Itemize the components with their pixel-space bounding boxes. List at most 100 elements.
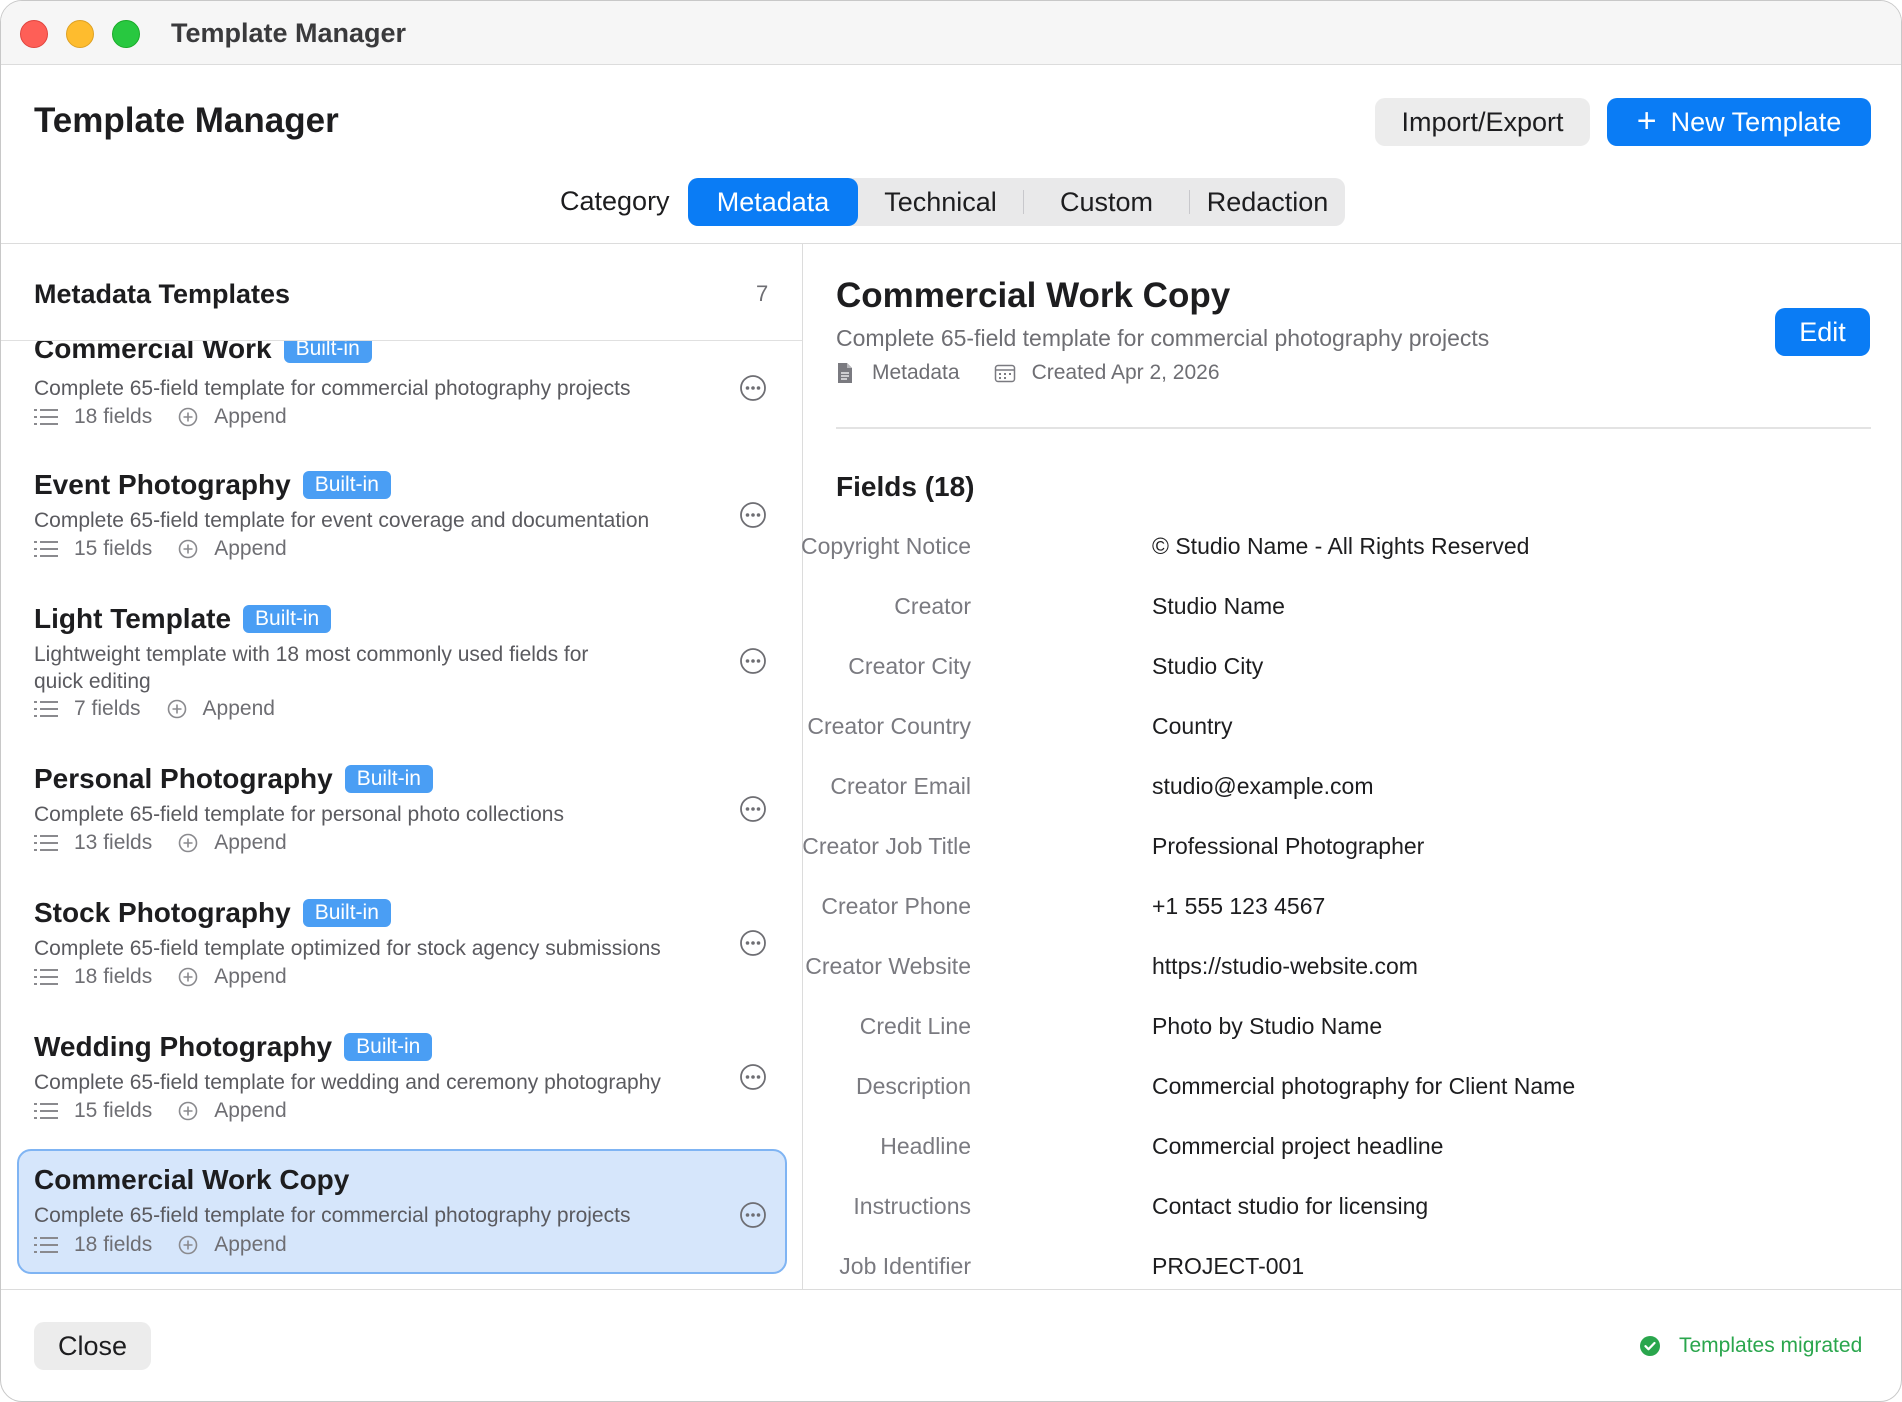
- template-name: Stock Photography Built-in: [34, 897, 391, 929]
- template-name: Wedding Photography Built-in: [34, 1031, 433, 1063]
- template-item-stock-photography[interactable]: Stock Photography Built-in Complete 65-fi…: [17, 889, 787, 999]
- list-count: 7: [756, 281, 769, 306]
- plus-circle-icon: [178, 539, 198, 559]
- template-item-personal-photography[interactable]: Personal Photography Built-in Complete 65…: [17, 755, 787, 865]
- checkmark-circle-icon: [1640, 1336, 1660, 1356]
- field-label: Creator Website: [805, 953, 971, 979]
- field-label: Creator Phone: [821, 893, 971, 919]
- field-label: Copyright Notice: [800, 533, 971, 559]
- built-in-badge: Built-in: [302, 471, 391, 499]
- field-value: © Studio Name - All Rights Reserved: [1152, 533, 1530, 559]
- category-label: Category: [560, 186, 670, 216]
- template-mode: Append: [214, 537, 287, 560]
- template-description: Complete 65-field template for event cov…: [34, 509, 650, 532]
- field-label: Job Identifier: [839, 1253, 971, 1279]
- detail-divider: [836, 427, 1871, 429]
- list-icon: [34, 409, 58, 425]
- field-row: Instructions Contact studio for licensing: [836, 1193, 1871, 1233]
- status-text: Templates migrated: [1679, 1334, 1863, 1357]
- new-template-label: New Template: [1670, 106, 1842, 137]
- built-in-badge: Built-in: [243, 605, 332, 633]
- template-name: Personal Photography Built-in: [34, 763, 433, 795]
- more-options-icon[interactable]: [739, 647, 767, 675]
- title-bar: Template Manager: [1, 1, 1901, 65]
- template-meta: 18 fields Append: [34, 965, 287, 989]
- list-icon: [34, 969, 58, 985]
- field-label: Instructions: [853, 1193, 971, 1219]
- more-options-icon[interactable]: [739, 929, 767, 957]
- template-mode: Append: [214, 1233, 287, 1256]
- list-icon: [34, 541, 58, 557]
- plus-circle-icon: [178, 407, 198, 427]
- plus-circle-icon: [178, 833, 198, 853]
- field-row: Description Commercial photography for Cl…: [836, 1073, 1871, 1113]
- field-label: Creator City: [848, 653, 971, 679]
- list-title: Metadata Templates: [34, 279, 291, 309]
- list-icon: [34, 701, 58, 717]
- more-options-icon[interactable]: [739, 1063, 767, 1091]
- field-row: Creator Email studio@example.com: [830, 773, 1871, 813]
- tab-metadata[interactable]: Metadata: [688, 178, 858, 226]
- detail-created-date: Created Apr 2, 2026: [1031, 361, 1220, 384]
- field-value: Professional Photographer: [1152, 833, 1425, 859]
- field-value: Contact studio for licensing: [1152, 1193, 1429, 1219]
- pane-divider: [802, 244, 803, 1289]
- plus-icon: +: [1636, 101, 1657, 140]
- tab-custom[interactable]: Custom: [1024, 178, 1189, 226]
- template-mode: Append: [214, 831, 287, 854]
- field-value: PROJECT-001: [1152, 1253, 1305, 1279]
- template-item-commercial-work-copy[interactable]: Commercial Work Copy Complete 65-field t…: [17, 1149, 787, 1274]
- zoom-window-button[interactable]: [112, 20, 140, 48]
- field-row: Job Identifier PROJECT-001: [836, 1253, 1871, 1287]
- list-icon: [34, 1103, 58, 1119]
- new-template-button[interactable]: + New Template: [1607, 98, 1871, 146]
- more-options-icon[interactable]: [739, 795, 767, 823]
- field-value: +1 555 123 4567: [1152, 893, 1326, 919]
- fields-heading: Fields (18): [836, 471, 975, 502]
- import-export-button[interactable]: Import/Export: [1375, 98, 1590, 146]
- template-item-light-template[interactable]: Light Template Built-in Lightweight templ…: [17, 595, 787, 735]
- template-field-count: 18 fields: [74, 1233, 153, 1256]
- close-button[interactable]: Close: [34, 1322, 151, 1370]
- template-mode: Append: [214, 1099, 287, 1122]
- header-divider: [1, 243, 1901, 244]
- category-segmented-control: Metadata Technical Custom Redaction: [688, 178, 1345, 226]
- template-meta: 18 fields Append: [34, 1233, 287, 1257]
- template-description: Complete 65-field template for commercia…: [34, 377, 631, 400]
- field-value: Studio Name: [1152, 593, 1285, 619]
- template-field-count: 13 fields: [74, 831, 153, 854]
- field-value: Photo by Studio Name: [1152, 1013, 1383, 1039]
- plus-circle-icon: [178, 967, 198, 987]
- template-item-wedding-photography[interactable]: Wedding Photography Built-in Complete 65-…: [17, 1023, 787, 1133]
- built-in-badge: Built-in: [302, 899, 391, 927]
- tab-redaction[interactable]: Redaction: [1190, 178, 1345, 226]
- minimize-window-button[interactable]: [66, 20, 94, 48]
- field-label: Creator Email: [830, 773, 971, 799]
- template-item-commercial-work[interactable]: Commercial Work Built-in Complete 65-fiel…: [17, 341, 787, 441]
- detail-title: Commercial Work Copy: [836, 276, 1231, 315]
- template-list[interactable]: Commercial Work Built-in Complete 65-fiel…: [1, 341, 802, 1289]
- template-mode: Append: [202, 697, 275, 720]
- edit-button[interactable]: Edit: [1775, 308, 1870, 356]
- close-window-button[interactable]: [20, 20, 48, 48]
- calendar-icon: [994, 364, 1015, 383]
- page-title: Template Manager: [34, 101, 339, 140]
- tab-technical[interactable]: Technical: [858, 178, 1023, 226]
- more-options-icon[interactable]: [739, 374, 767, 402]
- field-row: Creator Phone +1 555 123 4567: [821, 893, 1871, 933]
- template-field-count: 7 fields: [74, 697, 141, 720]
- template-description: Complete 65-field template for personal …: [34, 803, 564, 826]
- more-options-icon[interactable]: [739, 1201, 767, 1229]
- field-value: Country: [1152, 713, 1233, 739]
- plus-circle-icon: [178, 1235, 198, 1255]
- more-options-icon[interactable]: [739, 501, 767, 529]
- template-name: Commercial Work Built-in: [34, 341, 372, 365]
- footer-divider: [1, 1289, 1901, 1290]
- template-item-event-photography[interactable]: Event Photography Built-in Complete 65-fi…: [17, 461, 787, 571]
- field-label: Creator Country: [807, 713, 971, 739]
- field-row: Creator Job Title Professional Photograph…: [802, 833, 1871, 873]
- field-value: Commercial photography for Client Name: [1152, 1073, 1576, 1099]
- template-field-count: 15 fields: [74, 1099, 153, 1122]
- template-meta: 15 fields Append: [34, 1099, 287, 1123]
- template-mode: Append: [214, 405, 287, 428]
